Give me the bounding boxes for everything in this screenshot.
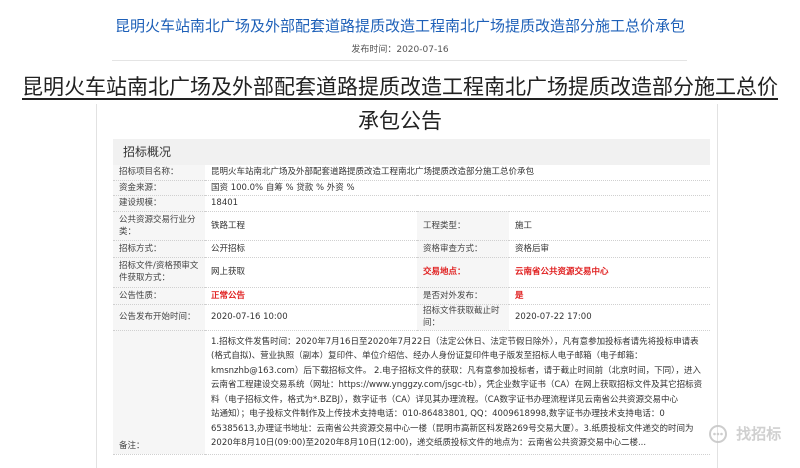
industry-label: 公共资源交易行业分类： (113, 211, 205, 241)
table-row: 公共资源交易行业分类： 铁路工程 工程类型： 施工 (113, 211, 710, 241)
external-value: 是 (509, 287, 710, 305)
chat-bubble-icon (708, 424, 736, 443)
table-row: 招标方式： 公开招标 资格审查方式： 资格后审 (113, 240, 710, 258)
header-divider (112, 60, 687, 61)
note-line: kmsnzhb@163.com）后下载招标文件。 2.电子招标文件的获取：凡有意… (211, 365, 701, 376)
scale-label: 建设规模： (113, 195, 205, 212)
table-row: 招标文件/资格预审文件获取方式： 网上获取 交易地点： 云南省公共资源交易中心 (113, 257, 710, 288)
deadline-value: 2020-07-22 17:00 (509, 304, 710, 331)
note-line: 2020年8月10日(09:00)至2020年8月10日(12:00)，递交纸质… (211, 438, 647, 448)
bid-info-table: 招标项目名称： 昆明火车站南北广场及外部配套道路提质改造工程南北广场提质改造部分… (113, 165, 710, 455)
project-name-label: 招标项目名称： (113, 165, 205, 181)
page-header-title: 昆明火车站南北广场及外部配套道路提质改造工程南北广场提质改造部分施工总价承包 (114, 17, 685, 35)
note-line: 65385613,办理证书地址：云南省公共资源交易中心一楼（昆明市高新区科发路2… (211, 423, 694, 434)
table-row: 资金来源： 国资 100.0% 自筹 % 贷款 % 外资 % (113, 180, 710, 196)
nature-label: 公告性质： (113, 287, 205, 305)
watermark: 找招标 (708, 420, 798, 448)
doc-get-label: 招标文件/资格预审文件获取方式： (113, 257, 205, 288)
notes-content: 1.招标文件发售时间：2020年7月16日至2020年7月22日（法定公休日、法… (205, 330, 710, 455)
nature-value: 正常公告 (205, 287, 417, 305)
note-line: 料（电子招标文件，格式为*.BZBJ），数字证书（CA）详见其办理流程。（CA数… (211, 394, 678, 405)
note-line: 1.招标文件发售时间：2020年7月16日至2020年7月22日（法定公休日、法… (211, 336, 699, 347)
start-time-label: 公告发布开始时间： (113, 304, 205, 331)
review-method-value: 资格后审 (509, 240, 710, 258)
table-row: 招标项目名称： 昆明火车站南北广场及外部配套道路提质改造工程南北广场提质改造部分… (113, 165, 710, 181)
doc-get-value: 网上获取 (205, 257, 417, 288)
table-row: 备注： 1.招标文件发售时间：2020年7月16日至2020年7月22日（法定公… (113, 330, 710, 455)
start-time-value: 2020-07-16 10:00 (205, 304, 417, 331)
fund-source-value: 国资 100.0% 自筹 % 贷款 % 外资 % (205, 180, 710, 196)
external-label: 是否对外发布： (417, 287, 509, 305)
fund-source-label: 资金来源： (113, 180, 205, 196)
deadline-label: 招标文件获取截止时间： (417, 304, 509, 331)
project-type-value: 施工 (509, 211, 710, 241)
project-type-label: 工程类型： (417, 211, 509, 241)
venue-label: 交易地点： (417, 257, 509, 288)
bid-method-label: 招标方式： (113, 240, 205, 258)
table-row: 建设规模： 18401 (113, 195, 710, 212)
project-name-value: 昆明火车站南北广场及外部配套道路提质改造工程南北广场提质改造部分施工总价承包 (205, 165, 710, 181)
watermark-text: 找招标 (736, 425, 782, 443)
scale-value: 18401 (205, 195, 710, 212)
section-title: 招标概况 (113, 139, 710, 165)
review-method-label: 资格审查方式： (417, 240, 509, 258)
bid-method-value: 公开招标 (205, 240, 417, 258)
table-row: 公告性质： 正常公告 是否对外发布： 是 (113, 287, 710, 305)
table-row: 公告发布开始时间： 2020-07-16 10:00 招标文件获取截止时间： 2… (113, 304, 710, 331)
venue-value: 云南省公共资源交易中心 (509, 257, 710, 288)
note-line: (格式自拟)、营业执照（副本）复印件、单位介绍信、经办人身份证复印件电子版发至招… (211, 351, 643, 361)
publish-time: 发布时间：2020-07-16 (351, 45, 449, 55)
announcement-title-line-2: 承包公告 (358, 109, 442, 133)
note-label: 备注： (113, 330, 205, 455)
note-line: 云南省工程建设交易系统（网址：https://www.ynggzy.com/js… (211, 380, 703, 390)
announcement-title-line-1: 昆明火车站南北广场及外部配套道路提质改造工程南北广场提质改造部分施工总价 (10, 70, 790, 104)
industry-value: 铁路工程 (205, 211, 417, 241)
note-line: 站通知）；电子投标文件制作及上传技术支持电话：010-86483801, QQ：… (211, 409, 665, 419)
